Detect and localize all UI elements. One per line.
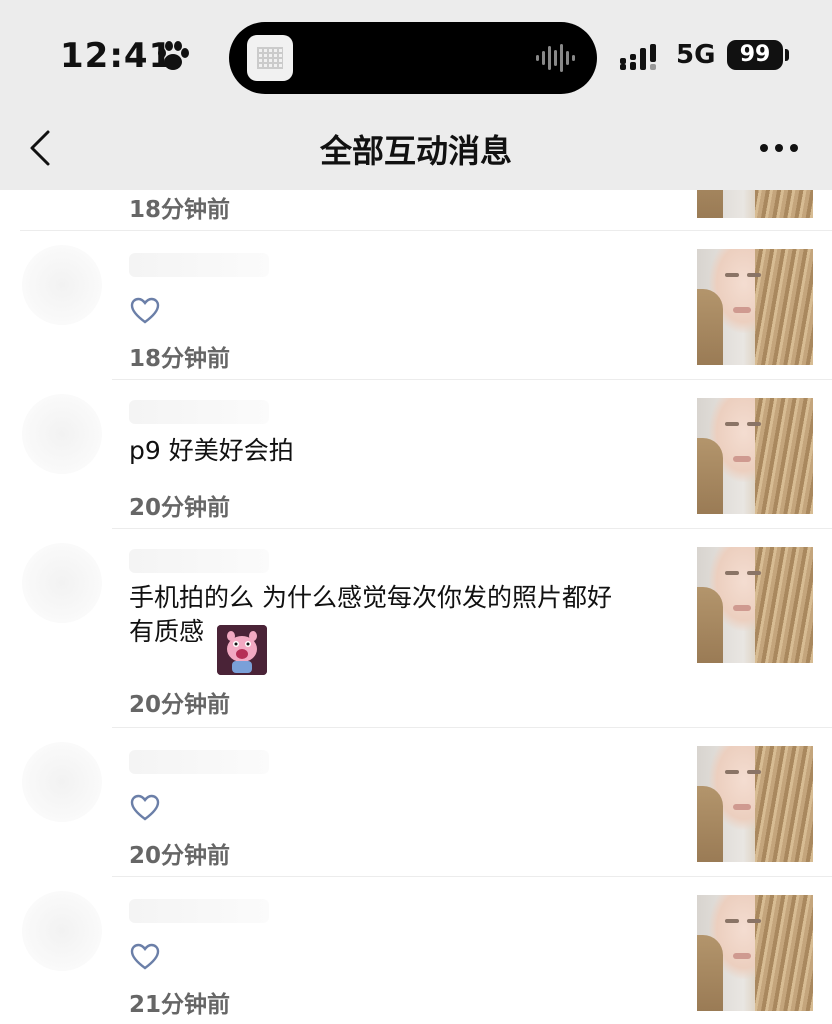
time-label: 18分钟前 xyxy=(129,346,231,372)
nav-bar: 全部互动消息 xyxy=(0,110,832,190)
avatar[interactable] xyxy=(22,245,102,325)
post-thumbnail[interactable] xyxy=(697,895,813,1011)
user-name[interactable] xyxy=(129,750,269,774)
time-label: 20分钟前 xyxy=(129,692,231,718)
comment-text-line1: 手机拍的么 为什么感觉每次你发的照片都好 xyxy=(129,583,612,612)
post-thumbnail[interactable] xyxy=(697,398,813,514)
list-item[interactable]: 21分钟前 xyxy=(0,877,832,1024)
paw-icon xyxy=(158,41,189,70)
heart-icon xyxy=(130,794,160,821)
heart-icon xyxy=(130,297,160,324)
user-name[interactable] xyxy=(129,549,269,573)
page-title: 全部互动消息 xyxy=(319,132,512,170)
avatar[interactable] xyxy=(22,543,102,623)
dynamic-island xyxy=(229,22,597,94)
comment-text-line2: 有质感 xyxy=(129,617,205,646)
time-label: 20分钟前 xyxy=(129,843,231,869)
avatar[interactable] xyxy=(22,394,102,474)
user-name[interactable] xyxy=(129,899,269,923)
list-item[interactable]: p9 好美好会拍 20分钟前 xyxy=(0,380,832,528)
post-thumbnail[interactable] xyxy=(697,746,813,862)
time-label: 20分钟前 xyxy=(129,495,231,521)
avatar[interactable] xyxy=(22,891,102,971)
pig-sticker-icon xyxy=(217,625,267,675)
heart-icon xyxy=(130,943,160,970)
time-label: 21分钟前 xyxy=(129,992,231,1018)
more-icon[interactable] xyxy=(760,144,798,154)
signal-icon xyxy=(620,44,656,70)
audio-wave-icon xyxy=(536,44,575,72)
network-type: 5G xyxy=(676,40,716,70)
list-item[interactable]: 20分钟前 xyxy=(0,728,832,876)
battery-tip xyxy=(785,49,789,61)
battery-indicator: 99 xyxy=(727,40,783,70)
post-thumbnail[interactable] xyxy=(697,547,813,663)
time-label: 18分钟前 xyxy=(129,197,231,223)
comment-text: p9 好美好会拍 xyxy=(129,436,294,465)
list-item[interactable]: 18分钟前 xyxy=(0,190,832,230)
post-thumbnail[interactable] xyxy=(697,249,813,365)
list-item[interactable]: 18分钟前 xyxy=(0,231,832,379)
avatar[interactable] xyxy=(22,742,102,822)
list-item[interactable]: 手机拍的么 为什么感觉每次你发的照片都好 有质感 20分钟前 xyxy=(0,529,832,727)
post-thumbnail[interactable] xyxy=(697,190,813,218)
user-name[interactable] xyxy=(129,400,269,424)
status-bar: 12:41 5G 99 xyxy=(0,0,832,110)
message-list[interactable]: 18分钟前 18分钟前 p9 好美好会拍 20分钟前 手机拍的么 为什么感觉每次… xyxy=(0,190,832,1024)
user-name[interactable] xyxy=(129,253,269,277)
app-icon xyxy=(247,35,293,81)
